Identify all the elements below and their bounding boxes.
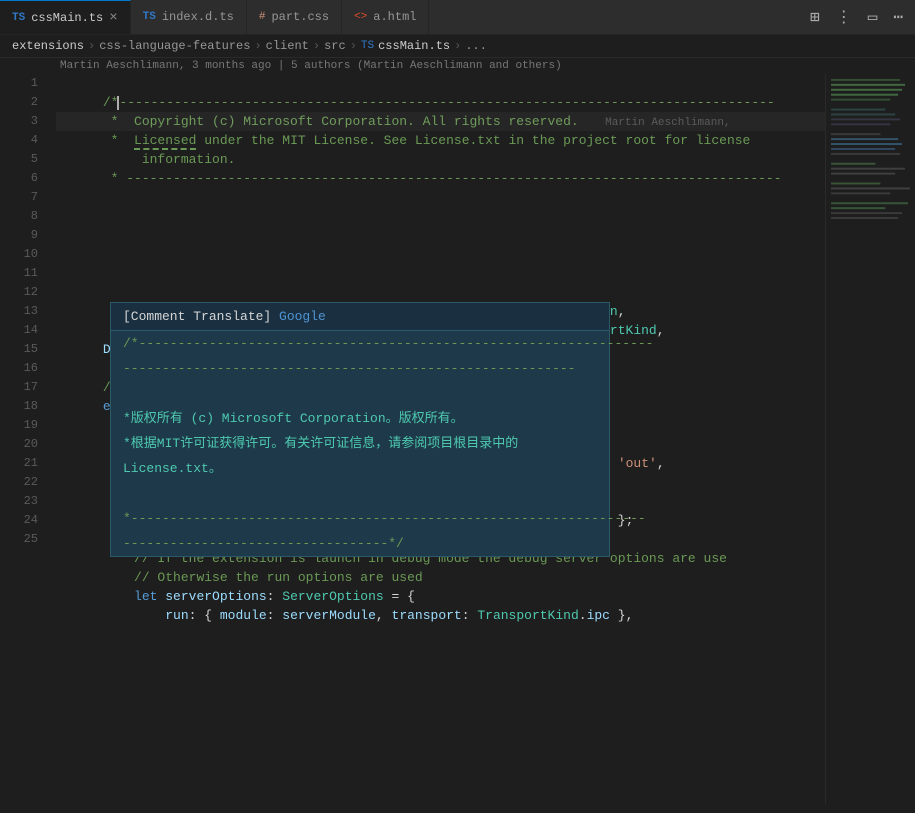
- line-num-11: 11: [0, 264, 38, 283]
- tab-bar: TS cssMain.ts × TS index.d.ts # part.css…: [0, 0, 915, 35]
- editor: 1 2 3 4 5 6 7 8 9 10 11 12 13 14 15 16 1…: [0, 74, 915, 804]
- line-num-22: 22: [0, 473, 38, 492]
- tab-close-icon[interactable]: ×: [109, 11, 117, 25]
- more-icon[interactable]: ⋯: [889, 5, 907, 29]
- line-num-10: 10: [0, 245, 38, 264]
- breadcrumb-part[interactable]: src: [324, 39, 346, 53]
- code-line-5: [56, 169, 825, 188]
- breadcrumb: extensions › css-language-features › cli…: [0, 35, 915, 58]
- blame-line: Martin Aeschlimann, 3 months ago | 5 aut…: [0, 58, 915, 74]
- tooltip-header: [Comment Translate] Google: [111, 303, 609, 331]
- tooltip-line-6: *---------------------------------------…: [111, 506, 609, 531]
- line-num-12: 12: [0, 283, 38, 302]
- tooltip-line-1: /*--------------------------------------…: [111, 331, 609, 356]
- breadcrumb-part[interactable]: extensions: [12, 39, 84, 53]
- code-line-4b: * --------------------------------------…: [56, 150, 825, 169]
- line-num-5: 5: [0, 150, 38, 169]
- code-line-8: [56, 226, 825, 245]
- html-icon: <>: [354, 11, 367, 23]
- line-num-13: 13: [0, 302, 38, 321]
- line-numbers: 1 2 3 4 5 6 7 8 9 10 11 12 13 14 15 16 1…: [0, 74, 48, 804]
- tooltip-line-4: *根据MIT许可证获得许可。有关许可证信息，请参阅项目根目录中的: [111, 431, 609, 456]
- line-num-25: 25: [0, 530, 38, 549]
- line-num-2: 2: [0, 93, 38, 112]
- tooltip-header-text: [Comment Translate]: [123, 309, 279, 324]
- line-num-3: 3: [0, 112, 38, 131]
- breadcrumb-ts-icon: TS: [361, 40, 374, 52]
- code-line-3: * Licensed under the MIT License. See Li…: [56, 112, 825, 131]
- tooltip-line-7: ----------------------------------*/: [111, 531, 609, 556]
- code-line-11: ange, Position,: [56, 283, 825, 302]
- tooltip-google-link[interactable]: Google: [279, 309, 326, 324]
- minimap: [825, 74, 915, 804]
- tab-a[interactable]: <> a.html: [342, 0, 429, 34]
- tab-cssMain[interactable]: TS cssMain.ts ×: [0, 0, 131, 34]
- tooltip-line-blank: [111, 381, 609, 406]
- tooltip-line-blank2: [111, 481, 609, 506]
- line-num-20: 20: [0, 435, 38, 454]
- code-line-9: [56, 245, 825, 264]
- code-line-25: run: { module: serverModule, transport: …: [56, 587, 825, 606]
- tab-label: cssMain.ts: [31, 11, 103, 25]
- tab-label: index.d.ts: [162, 10, 234, 24]
- tab-index[interactable]: TS index.d.ts: [131, 0, 247, 34]
- line-num-7: 7: [0, 188, 38, 207]
- split-editor-icon[interactable]: ⊞: [806, 5, 824, 29]
- tab-actions: ⊞ ⋮ ▭ ⋯: [798, 0, 915, 34]
- breadcrumb-part[interactable]: css-language-features: [99, 39, 250, 53]
- tooltip-popup: [Comment Translate] Google /*-----------…: [110, 302, 610, 557]
- line-num-24: 24: [0, 511, 38, 530]
- ts-icon: TS: [143, 11, 156, 23]
- line-num-4: 4: [0, 131, 38, 150]
- code-line-4: information.: [56, 131, 825, 150]
- back-icon[interactable]: ⋮: [832, 5, 856, 29]
- code-line-1: /*--------------------------------------…: [56, 74, 825, 93]
- tooltip-line-5: License.txt。: [111, 456, 609, 481]
- line-num-6: 6: [0, 169, 38, 188]
- tab-label: a.html: [373, 10, 416, 24]
- line-num-15: 15: [0, 340, 38, 359]
- tab-label: part.css: [271, 10, 329, 24]
- code-line-6: [56, 188, 825, 207]
- code-line-2: * Copyright (c) Microsoft Corporation. A…: [56, 93, 825, 112]
- forward-icon[interactable]: ▭: [864, 5, 882, 29]
- line-num-1: 1: [0, 74, 38, 93]
- breadcrumb-sep: ›: [313, 39, 320, 53]
- minimap-svg: [826, 74, 915, 804]
- code-area[interactable]: /*--------------------------------------…: [48, 74, 825, 804]
- tooltip-line-3: *版权所有 (c) Microsoft Corporation。版权所有。: [111, 406, 609, 431]
- tab-part[interactable]: # part.css: [247, 0, 342, 34]
- line-num-17: 17: [0, 378, 38, 397]
- breadcrumb-sep: ›: [88, 39, 95, 53]
- code-line-10: [56, 264, 825, 283]
- line-num-8: 8: [0, 207, 38, 226]
- breadcrumb-part[interactable]: cssMain.ts: [378, 39, 450, 53]
- line-num-14: 14: [0, 321, 38, 340]
- code-line-7: [56, 207, 825, 226]
- breadcrumb-sep: ›: [454, 39, 461, 53]
- blame-text: Martin Aeschlimann, 3 months ago | 5 aut…: [60, 60, 562, 72]
- ts-icon: TS: [12, 12, 25, 24]
- line-num-18: 18: [0, 397, 38, 416]
- breadcrumb-sep: ›: [350, 39, 357, 53]
- line-num-23: 23: [0, 492, 38, 511]
- css-icon: #: [259, 11, 266, 23]
- line-num-16: 16: [0, 359, 38, 378]
- breadcrumb-part[interactable]: ...: [465, 39, 487, 53]
- breadcrumb-sep: ›: [254, 39, 261, 53]
- breadcrumb-part[interactable]: client: [266, 39, 309, 53]
- code-line-24: let serverOptions: ServerOptions = {: [56, 568, 825, 587]
- line-num-19: 19: [0, 416, 38, 435]
- tooltip-line-2: ----------------------------------------…: [111, 356, 609, 381]
- line-num-21: 21: [0, 454, 38, 473]
- line-num-9: 9: [0, 226, 38, 245]
